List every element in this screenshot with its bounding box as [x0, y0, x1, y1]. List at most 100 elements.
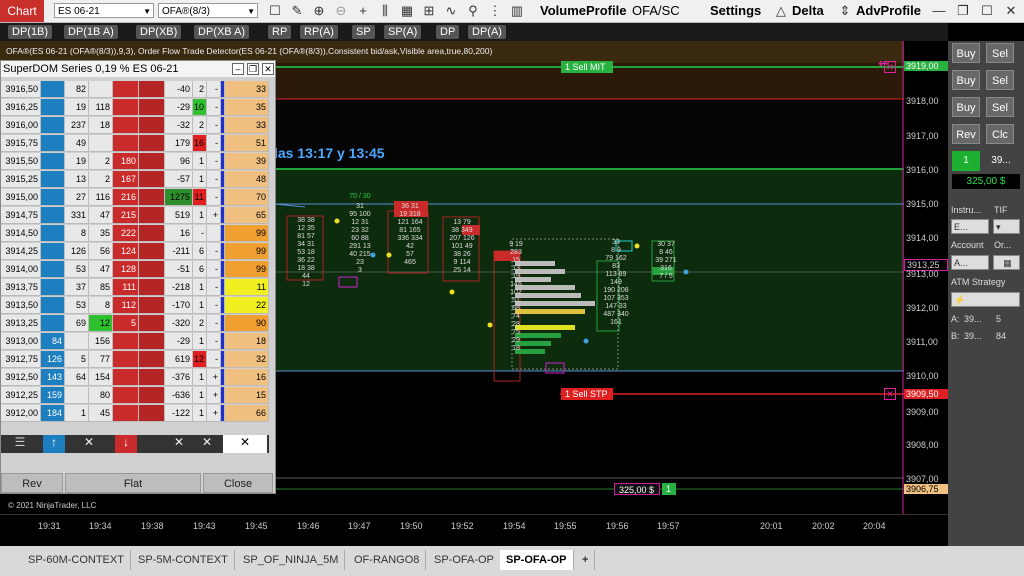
- sp-button[interactable]: SP: [352, 25, 375, 39]
- sp-a-button[interactable]: SP(A): [384, 25, 422, 39]
- dom-profile-cell[interactable]: 39: [225, 153, 269, 170]
- dom-bid-cell[interactable]: 159: [41, 387, 65, 404]
- calculator-icon[interactable]: ▦: [993, 255, 1020, 270]
- dom-volume-cell[interactable]: 56: [89, 243, 113, 260]
- dom-volume-cell[interactable]: 69: [65, 315, 89, 332]
- sell-stp-tag[interactable]: 1 Sell STP: [561, 388, 613, 400]
- dom-volume-cell[interactable]: 8: [89, 297, 113, 314]
- dom-profile-cell[interactable]: 70: [225, 189, 269, 206]
- dom-ask-strip[interactable]: [139, 153, 165, 170]
- dom-volume-cell[interactable]: 2: [89, 153, 113, 170]
- dom-row[interactable]: 3915,50 19 2 180 96 1-39: [1, 153, 269, 171]
- strategy-icon[interactable]: ⚲: [464, 2, 482, 20]
- tab-of-rango8[interactable]: OF-RANGO8: [348, 550, 427, 570]
- dom-ask-strip[interactable]: [139, 117, 165, 134]
- dom-row[interactable]: 3912,50 143 64 154 -376 1 +16: [1, 369, 269, 387]
- arrow-up-icon[interactable]: ↑: [43, 435, 65, 453]
- dom-profile-cell[interactable]: 35: [225, 99, 269, 116]
- dom-volume-cell[interactable]: 154: [89, 369, 113, 386]
- settings-label[interactable]: Settings: [710, 2, 761, 20]
- dom-ask-cell[interactable]: 167: [113, 171, 139, 188]
- dom-row[interactable]: 3914,25 126 56 124 -211 6-99: [1, 243, 269, 261]
- dom-row[interactable]: 3913,50 53 8 112 -170 1-22: [1, 297, 269, 315]
- close-position-button[interactable]: Clc: [986, 124, 1014, 144]
- dom-delta-cell[interactable]: -122: [165, 405, 193, 422]
- ofa-sc-label[interactable]: OFA/SC: [632, 2, 680, 20]
- dom-ask-cell[interactable]: [113, 81, 139, 98]
- dom-trades-cell[interactable]: 6: [193, 243, 207, 260]
- dom-ask-strip[interactable]: [139, 387, 165, 404]
- dp-a-button[interactable]: DP(A): [468, 25, 506, 39]
- dom-bid-cell[interactable]: 143: [41, 369, 65, 386]
- grid-icon[interactable]: ▦: [398, 2, 416, 20]
- dom-trades-cell[interactable]: 1: [193, 297, 207, 314]
- dom-bid-cell[interactable]: 184: [41, 405, 65, 422]
- zoom-in-icon[interactable]: ⊕: [310, 2, 328, 20]
- dom-trades-cell[interactable]: 16: [193, 135, 207, 152]
- cancel-all-icon[interactable]: ✕: [195, 435, 219, 453]
- tif-dropdown[interactable]: ▾: [993, 219, 1020, 234]
- rp-button[interactable]: RP: [268, 25, 292, 39]
- dom-delta-cell[interactable]: 619: [165, 351, 193, 368]
- dom-ask-cell[interactable]: [113, 135, 139, 152]
- dom-sign-cell[interactable]: -: [207, 333, 221, 350]
- dom-bid-cell[interactable]: [41, 171, 65, 188]
- dom-volume-cell[interactable]: 77: [89, 351, 113, 368]
- dom-delta-cell[interactable]: -376: [165, 369, 193, 386]
- dom-volume-cell[interactable]: 12: [89, 315, 113, 332]
- dom-sign-cell[interactable]: -: [207, 315, 221, 332]
- dom-ask-strip[interactable]: [139, 81, 165, 98]
- dom-delta-cell[interactable]: -29: [165, 99, 193, 116]
- dp-button-4[interactable]: DP(XB A): [194, 25, 250, 39]
- dom-sign-cell[interactable]: -: [207, 153, 221, 170]
- dom-profile-cell[interactable]: 90: [225, 315, 269, 332]
- tab-sp-5m-context[interactable]: SP-5M-CONTEXT: [132, 550, 235, 570]
- dom-volume-cell[interactable]: [65, 387, 89, 404]
- dom-row[interactable]: 3912,00 184 1 45 -122 1 +66: [1, 405, 269, 423]
- dom-ask-cell[interactable]: 215: [113, 207, 139, 224]
- dom-row[interactable]: 3916,25 19 118 -29 10-35: [1, 99, 269, 117]
- dom-ask-cell[interactable]: [113, 387, 139, 404]
- dom-ask-strip[interactable]: [139, 243, 165, 260]
- dom-profile-cell[interactable]: 32: [225, 351, 269, 368]
- dom-delta-cell[interactable]: -57: [165, 171, 193, 188]
- dom-sign-cell[interactable]: [207, 225, 221, 242]
- dom-volume-cell[interactable]: 116: [89, 189, 113, 206]
- dom-volume-cell[interactable]: 53: [65, 297, 89, 314]
- dom-volume-cell[interactable]: 80: [89, 387, 113, 404]
- dom-delta-cell[interactable]: 179: [165, 135, 193, 152]
- dom-ask-cell[interactable]: 112: [113, 297, 139, 314]
- dom-trades-cell[interactable]: 1: [193, 171, 207, 188]
- dom-volume-cell[interactable]: 1: [65, 405, 89, 422]
- dp-button-2[interactable]: DP(1B A): [64, 25, 118, 39]
- buy-ask-button[interactable]: Buy: [952, 97, 980, 117]
- position-qty-tag[interactable]: 1: [662, 483, 676, 495]
- dom-ask-strip[interactable]: [139, 369, 165, 386]
- dom-row[interactable]: 3914,75 331 47 215 519 1 +65: [1, 207, 269, 225]
- reverse-button[interactable]: Rev: [952, 124, 980, 144]
- dom-ask-cell[interactable]: [113, 369, 139, 386]
- cancel-order-icon[interactable]: ✕: [884, 61, 896, 73]
- dom-sign-cell[interactable]: +: [207, 369, 221, 386]
- dom-profile-cell[interactable]: 22: [225, 297, 269, 314]
- dom-volume-cell[interactable]: 118: [89, 99, 113, 116]
- dom-trades-cell[interactable]: 1: [193, 333, 207, 350]
- dom-delta-cell[interactable]: -40: [165, 81, 193, 98]
- dom-row[interactable]: 3916,50 82 -40 2-33: [1, 81, 269, 99]
- dom-ask-cell[interactable]: 222: [113, 225, 139, 242]
- arrow-down-icon[interactable]: ↓: [115, 435, 137, 453]
- dom-row[interactable]: 3913,75 37 85 111 -218 1-11: [1, 279, 269, 297]
- tab-sp-60m-context[interactable]: SP-60M-CONTEXT: [22, 550, 131, 570]
- pencil-icon[interactable]: ✎: [288, 2, 306, 20]
- layout-icon[interactable]: ⊞: [420, 2, 438, 20]
- dom-ask-cell[interactable]: 111: [113, 279, 139, 296]
- dom-volume-cell[interactable]: 8: [65, 225, 89, 242]
- close-icon[interactable]: ✕: [1002, 2, 1020, 20]
- dom-ask-strip[interactable]: [139, 351, 165, 368]
- dom-bid-cell[interactable]: [41, 243, 65, 260]
- rp-a-button[interactable]: RP(A): [300, 25, 338, 39]
- dom-ask-strip[interactable]: [139, 171, 165, 188]
- restore-icon[interactable]: ❐: [954, 2, 972, 20]
- delta-label[interactable]: Delta: [792, 2, 824, 20]
- dom-volume-cell[interactable]: 18: [89, 117, 113, 134]
